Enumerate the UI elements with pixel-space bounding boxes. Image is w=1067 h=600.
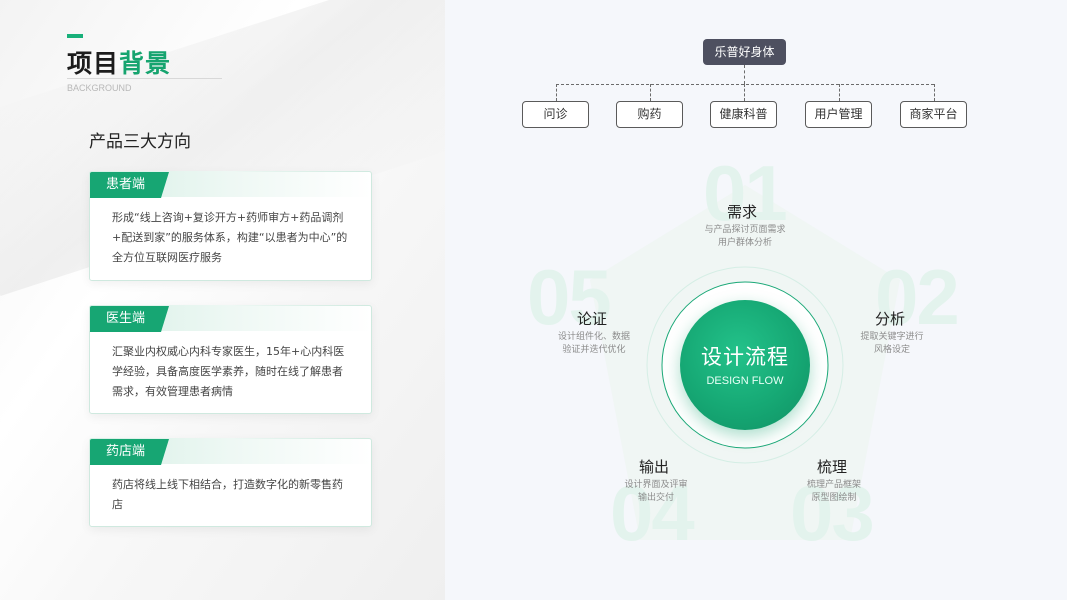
card-body: 药店将线上线下相结合，打造数字化的新零售药 店 [112, 475, 351, 515]
tree-child-node: 用户管理 [805, 101, 872, 128]
card-tag: 医生端 [90, 306, 169, 332]
step-desc-line: 风格设定 [873, 345, 910, 355]
page-subtitle: BACKGROUND [67, 83, 132, 93]
tree-connector [839, 84, 840, 101]
step-desc: 与产品探讨页面需求 用户群体分析 [690, 224, 800, 250]
step-title-analysis: 分析 [874, 310, 905, 328]
card-body-line: 全方位互联网医疗服务 [112, 251, 222, 264]
tree-connector [744, 84, 745, 101]
step-desc-line: 原型图绘制 [811, 493, 857, 503]
card-body-line: 汇聚业内权威心内科专家医生，15年+心内科医 [112, 345, 345, 358]
tree-root-node: 乐普好身体 [703, 39, 786, 65]
step-title-requirement: 需求 [726, 203, 757, 221]
step-desc: 设计组件化、数据 验证并迭代优化 [539, 331, 649, 357]
card-body-line: 需求，有效管理患者病情 [112, 385, 233, 398]
card-body-line: 学经验，具备高度医学素养，随时在线了解患者 [112, 365, 343, 378]
tree-connector [556, 84, 557, 101]
step-desc-line: 输出交付 [637, 493, 674, 503]
step-desc-line: 与产品探讨页面需求 [704, 225, 786, 235]
direction-card-doctor: 医生端 汇聚业内权威心内科专家医生，15年+心内科医 学经验，具备高度医学素养，… [89, 305, 372, 414]
step-desc: 梳理产品框架 原型图绘制 [779, 479, 889, 505]
step-desc: 提取关键字进行 风格设定 [837, 331, 947, 357]
page-title-plain: 项目 [67, 49, 120, 78]
title-accent-bar [67, 34, 83, 38]
tree-child-node: 健康科普 [710, 101, 777, 128]
step-desc-line: 设计界面及评审 [624, 480, 688, 490]
page-title: 项目背景 [67, 44, 171, 80]
page-title-highlight: 背景 [119, 49, 172, 78]
core-title: 设计流程 [701, 345, 789, 369]
tree-connector [556, 84, 934, 85]
step-desc-line: 设计组件化、数据 [557, 332, 630, 342]
design-flow-diagram: 01 02 03 04 05 需求 与产品探讨页面需求 用户群体分析 分析 提取… [445, 140, 1067, 600]
step-title-output: 输出 [638, 458, 669, 476]
card-body: 汇聚业内权威心内科专家医生，15年+心内科医 学经验，具备高度医学素养，随时在线… [112, 342, 351, 402]
direction-card-patient: 患者端 形成“线上咨询+复诊开方+药师审方+药品调剂 +配送到家”的服务体系，构… [89, 171, 372, 281]
tree-child-node: 问诊 [522, 101, 589, 128]
card-body-line: 店 [112, 498, 123, 511]
card-body: 形成“线上咨询+复诊开方+药师审方+药品调剂 +配送到家”的服务体系，构建“以患… [112, 208, 351, 268]
right-panel: 乐普好身体 问诊 购药 健康科普 用户管理 商家平台 01 02 03 04 0… [445, 0, 1067, 600]
tree-child-node: 购药 [616, 101, 683, 128]
step-desc-line: 验证并迭代优化 [562, 345, 626, 355]
step-desc-line: 梳理产品框架 [806, 480, 861, 490]
step-desc-line: 用户群体分析 [717, 238, 772, 248]
step-number: 05 [527, 253, 612, 341]
card-body-line: +配送到家”的服务体系，构建“以患者为中心”的 [112, 231, 348, 244]
tree-connector [934, 84, 935, 101]
step-desc: 设计界面及评审 输出交付 [601, 479, 711, 505]
tree-connector [744, 65, 745, 84]
title-divider [67, 78, 222, 79]
card-body-line: 药店将线上线下相结合，打造数字化的新零售药 [112, 478, 343, 491]
step-number: 02 [875, 253, 960, 341]
card-body-line: 形成“线上咨询+复诊开方+药师审方+药品调剂 [112, 211, 344, 224]
step-title-validation: 论证 [576, 310, 607, 328]
step-title-organize: 梳理 [816, 458, 847, 476]
step-desc-line: 提取关键字进行 [860, 332, 924, 342]
design-flow-core: 设计流程 DESIGN FLOW [680, 300, 810, 430]
tree-connector [650, 84, 651, 101]
card-tag: 药店端 [90, 439, 169, 465]
tree-child-node: 商家平台 [900, 101, 967, 128]
section-heading: 产品三大方向 [89, 132, 191, 152]
direction-card-pharmacy: 药店端 药店将线上线下相结合，打造数字化的新零售药 店 [89, 438, 372, 527]
card-tag: 患者端 [90, 172, 169, 198]
core-subtitle: DESIGN FLOW [706, 375, 784, 387]
left-panel: 项目背景 BACKGROUND 产品三大方向 患者端 形成“线上咨询+复诊开方+… [0, 0, 445, 600]
